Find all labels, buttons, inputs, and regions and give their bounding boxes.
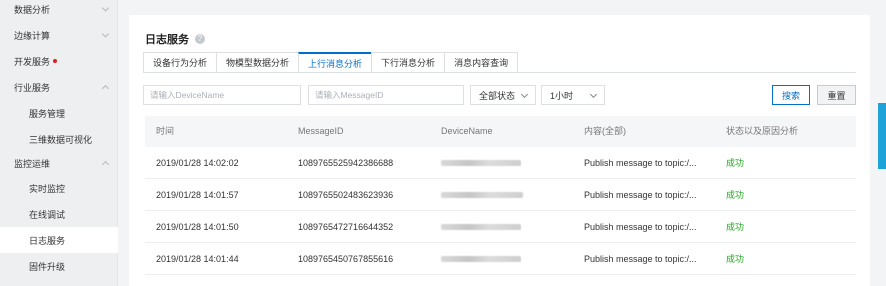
cell-time: 2019/01/28 14:02:02 (156, 158, 239, 168)
cell-message-id: 1089765450767855616 (298, 254, 394, 264)
sidebar-item-label: 边缘计算 (14, 30, 51, 41)
title-row: 日志服务 ? (145, 31, 205, 47)
cell-content: Publish message to topic:/... (584, 158, 697, 168)
cell-message-id: 1089765472716644352 (298, 222, 394, 232)
cell-time: 2019/01/28 14:01:44 (156, 254, 239, 264)
column-header-status: 状态以及原因分析 (726, 126, 799, 136)
search-button[interactable]: 搜索 (772, 85, 810, 105)
table-row[interactable]: 2019/01/28 14:01:50 1089765472716644352 … (145, 211, 856, 243)
column-header-device-name: DeviceName (441, 126, 493, 136)
notification-dot-icon (53, 59, 58, 63)
cell-time: 2019/01/28 14:01:50 (156, 222, 239, 232)
table-row[interactable]: 2019/01/28 14:01:44 1089765450767855616 … (145, 243, 856, 275)
sidebar-item-label: 数据分析 (14, 4, 51, 15)
sidebar-item-data-analysis[interactable]: 数据分析 (0, 0, 118, 22)
time-range-select[interactable]: 1小时 (541, 85, 605, 105)
table-row[interactable]: 2019/01/28 14:01:57 1089765502483623936 … (145, 179, 856, 211)
chevron-down-icon (520, 90, 529, 99)
sidebar-item-label: 固件升级 (29, 261, 66, 272)
sidebar-item-label: 服务管理 (29, 108, 66, 119)
redacted-device-name (441, 160, 521, 166)
sidebar-item-industry-services[interactable]: 行业服务 (0, 74, 118, 100)
cell-message-id: 1089765525942386688 (298, 158, 394, 168)
tab-downstream-messages[interactable]: 下行消息分析 (371, 52, 445, 73)
sidebar: 数据分析 边缘计算 开发服务 行业服务 服务管理 三维数据可视化 监控运维 实时… (0, 0, 118, 286)
sidebar-item-online-debug[interactable]: 在线调试 (0, 201, 118, 227)
sidebar-item-label: 开发服务 (14, 56, 51, 67)
sidebar-item-service-management[interactable]: 服务管理 (0, 100, 118, 126)
sidebar-item-edge-computing[interactable]: 边缘计算 (0, 22, 118, 48)
cell-status: 成功 (726, 222, 745, 232)
cell-content: Publish message to topic:/... (584, 222, 697, 232)
tab-bar: 设备行为分析 物模型数据分析 上行消息分析 下行消息分析 消息内容查询 (143, 52, 519, 73)
cell-content: Publish message to topic:/... (584, 190, 697, 200)
status-select-value: 全部状态 (479, 90, 516, 101)
filter-bar: 请输入DeviceName 请输入MessageID 全部状态 1小时 搜索 重… (129, 85, 870, 105)
chevron-down-icon (101, 4, 110, 12)
device-name-input[interactable]: 请输入DeviceName (143, 85, 301, 105)
status-select[interactable]: 全部状态 (470, 85, 536, 105)
reset-button[interactable]: 重置 (817, 85, 856, 105)
tab-upstream-messages[interactable]: 上行消息分析 (298, 52, 372, 73)
sidebar-item-label: 行业服务 (14, 82, 51, 93)
sidebar-item-label: 日志服务 (29, 235, 66, 246)
cell-content: Publish message to topic:/... (584, 254, 697, 264)
redacted-device-name (441, 224, 521, 230)
cell-status: 成功 (726, 254, 745, 264)
sidebar-item-3d-visualization[interactable]: 三维数据可视化 (0, 126, 118, 152)
chevron-down-icon (589, 90, 598, 99)
column-header-message-id: MessageID (298, 126, 344, 136)
divider (143, 72, 856, 73)
sidebar-item-monitoring-ops[interactable]: 监控运维 (0, 150, 118, 176)
cell-status: 成功 (726, 190, 745, 200)
time-range-value: 1小时 (550, 90, 574, 101)
sidebar-item-dev-services[interactable]: 开发服务 (0, 48, 118, 74)
sidebar-item-firmware-upgrade[interactable]: 固件升级 (0, 253, 118, 279)
tab-tsl-data[interactable]: 物模型数据分析 (216, 52, 299, 73)
sidebar-item-label: 三维数据可视化 (29, 134, 93, 145)
main-panel: 日志服务 ? 设备行为分析 物模型数据分析 上行消息分析 下行消息分析 消息内容… (129, 15, 870, 286)
column-header-content: 内容(全部) (584, 126, 626, 136)
table-row[interactable]: 2019/01/28 14:02:02 1089765525942386688 … (145, 147, 856, 179)
page-title: 日志服务 (145, 34, 189, 46)
chevron-up-icon (101, 84, 110, 93)
cell-time: 2019/01/28 14:01:57 (156, 190, 239, 200)
sidebar-item-log-service[interactable]: 日志服务 (0, 227, 118, 253)
sidebar-item-label: 监控运维 (14, 158, 51, 169)
sidebar-item-realtime-monitor[interactable]: 实时监控 (0, 175, 118, 201)
table-header: 时间 MessageID DeviceName 内容(全部) 状态以及原因分析 (145, 116, 856, 147)
message-id-input[interactable]: 请输入MessageID (308, 85, 464, 105)
column-header-time: 时间 (156, 126, 175, 136)
sidebar-item-label: 实时监控 (29, 183, 66, 194)
cell-message-id: 1089765502483623936 (298, 190, 394, 200)
cell-status: 成功 (726, 158, 745, 168)
chevron-up-icon (101, 160, 110, 169)
redacted-device-name (441, 256, 521, 262)
sidebar-item-label: 在线调试 (29, 209, 66, 220)
redacted-device-name (441, 192, 523, 198)
help-icon[interactable]: ? (195, 34, 205, 44)
tab-device-behavior[interactable]: 设备行为分析 (143, 52, 217, 73)
floating-feedback-tab[interactable] (878, 103, 886, 169)
tab-message-content-query[interactable]: 消息内容查询 (444, 52, 519, 73)
chevron-down-icon (101, 30, 110, 38)
